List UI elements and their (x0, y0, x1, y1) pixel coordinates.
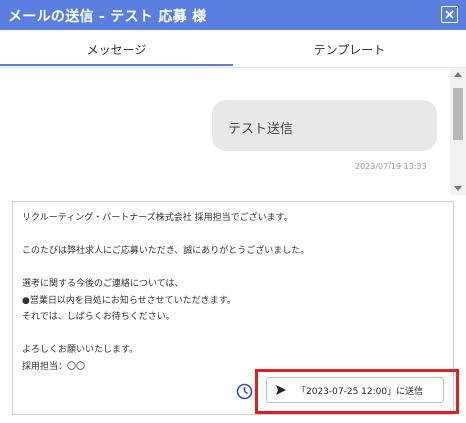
send-icon (276, 385, 286, 395)
scroll-up-arrow-icon[interactable] (454, 72, 462, 77)
clock-icon[interactable] (236, 383, 253, 400)
close-button[interactable] (441, 6, 458, 23)
tab-message[interactable]: メッセージ (0, 30, 233, 68)
active-tab-indicator (0, 64, 233, 66)
scroll-thumb[interactable] (453, 88, 463, 140)
message-bubble: テスト送信 (212, 100, 437, 151)
scroll-down-arrow-icon[interactable] (454, 186, 462, 191)
close-icon (445, 10, 454, 19)
scheduled-send-button[interactable]: 「2023-07-25 12:00」に送信 (266, 377, 444, 403)
message-scrollbar[interactable] (450, 68, 466, 195)
dialog-titlebar: メールの送信 - テスト 応募 様 (0, 0, 466, 30)
message-body-text[interactable]: リクルーティング・パートナーズ株式会社 採用担当でございます。 このたびは弊社求… (22, 210, 442, 375)
message-timestamp: 2023/07/19 13:33 (355, 162, 427, 171)
send-mail-dialog: メールの送信 - テスト 応募 様 メッセージ テンプレート テスト送信 202… (0, 0, 466, 423)
dialog-title: メールの送信 - テスト 応募 様 (8, 9, 207, 25)
message-history: テスト送信 2023/07/19 13:33 (0, 68, 466, 195)
tab-template[interactable]: テンプレート (233, 30, 466, 68)
scheduled-send-label: 「2023-07-25 12:00」に送信 (297, 386, 424, 397)
tab-bar: メッセージ テンプレート (0, 30, 466, 68)
